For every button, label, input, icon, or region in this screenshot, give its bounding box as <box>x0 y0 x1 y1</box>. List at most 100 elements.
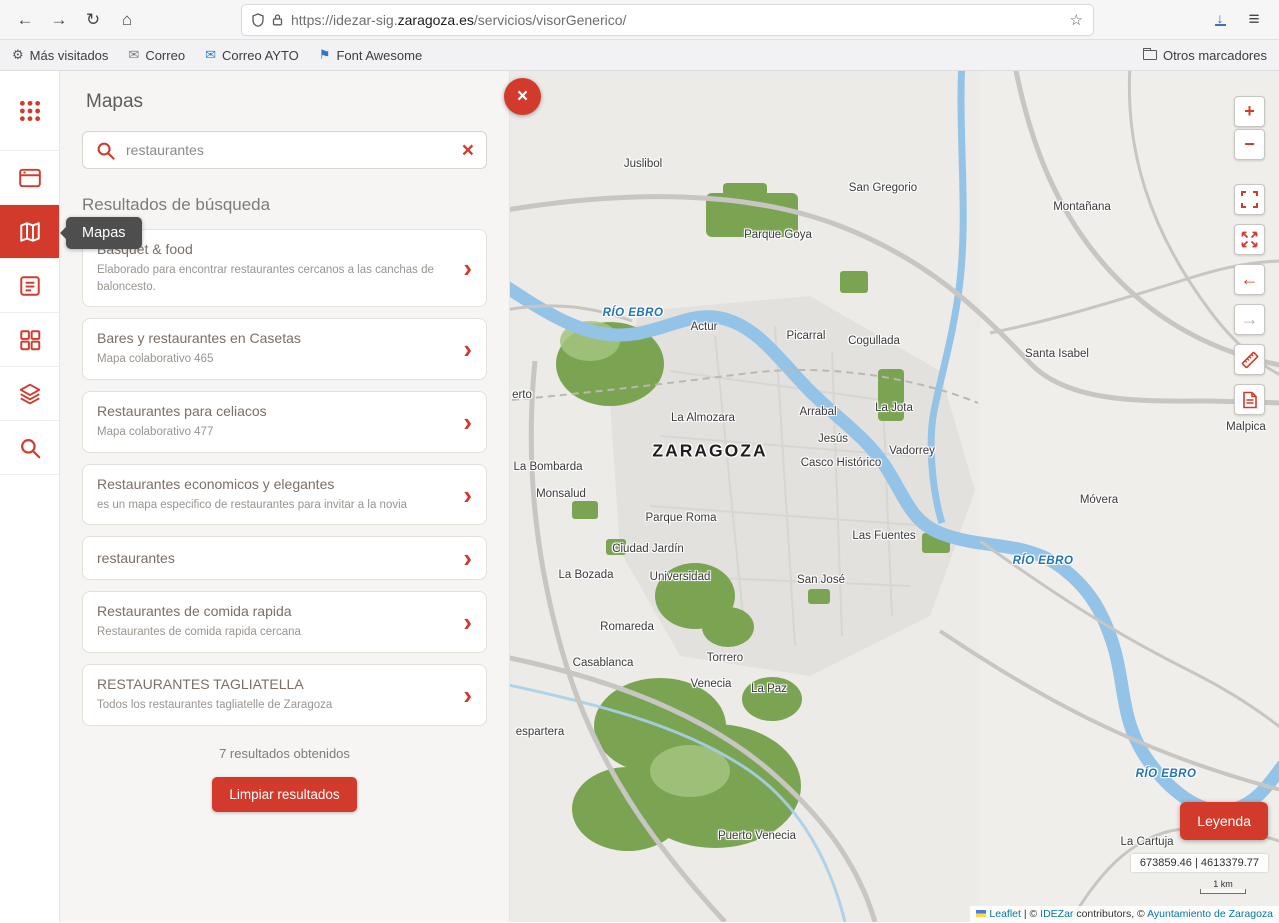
home-button[interactable]: ⌂ <box>112 5 142 35</box>
map-label: RÍO EBRO <box>1013 555 1074 567</box>
arrow-left-icon: ← <box>1241 269 1259 290</box>
map-label: Móvera <box>1080 494 1118 506</box>
zoom-out-button[interactable]: − <box>1234 129 1265 160</box>
map-label: RÍO EBRO <box>603 307 664 319</box>
result-card[interactable]: Restaurantes economicos y elegantes es un… <box>82 464 487 526</box>
clear-search-icon[interactable]: × <box>462 140 474 161</box>
zoom-in-button[interactable]: + <box>1234 96 1265 127</box>
next-extent-button[interactable]: → <box>1234 304 1265 335</box>
result-desc: es un mapa especifico de restaurantes pa… <box>97 497 455 514</box>
ayuntamiento-link[interactable]: Ayuntamiento de Zaragoza <box>1147 908 1273 920</box>
measure-button[interactable] <box>1234 344 1265 375</box>
chevron-right-icon: › <box>463 485 472 505</box>
browser-toolbar: ← → ↻ ⌂ https://idezar-sig.zaragoza.es/s… <box>0 0 1279 40</box>
fullscreen-icon <box>1241 191 1258 208</box>
fullscreen-button[interactable] <box>1234 184 1265 215</box>
map-attribution: Leaflet | © IDEZar contributors, © Ayunt… <box>970 906 1279 922</box>
result-title: Restaurantes economicos y elegantes <box>97 476 455 492</box>
bookmark-correo-ayto[interactable]: ✉Correo AYTO <box>205 47 299 63</box>
url-bar[interactable]: https://idezar-sig.zaragoza.es/servicios… <box>242 5 1093 35</box>
chevron-right-icon: › <box>463 412 472 432</box>
result-title: Basquet & food <box>97 241 455 257</box>
rail-item-capas[interactable] <box>0 367 59 421</box>
result-title: RESTAURANTES TAGLIATELLA <box>97 676 455 692</box>
flag-icon <box>976 910 986 917</box>
folder-icon <box>1143 50 1157 60</box>
rail-item-visor[interactable] <box>0 151 59 205</box>
map-label: Puerto Venecia <box>718 830 796 842</box>
map-label: Arrabal <box>799 406 836 418</box>
leaflet-link[interactable]: Leaflet <box>989 908 1021 920</box>
rail-item-mapas[interactable] <box>0 205 59 259</box>
rail-item-buscar[interactable] <box>0 421 59 475</box>
map-label: Picarral <box>787 330 826 342</box>
result-card[interactable]: Basquet & food Elaborado para encontrar r… <box>82 229 487 307</box>
clear-results-button[interactable]: Limpiar resultados <box>212 777 356 812</box>
tooltip-mapas: Mapas <box>66 217 142 249</box>
legend-button[interactable]: Leyenda <box>1180 802 1268 840</box>
arrow-right-icon: → <box>1241 309 1259 330</box>
bookmark-mas-visitados[interactable]: ⚙Más visitados <box>12 47 108 63</box>
result-card[interactable]: RESTAURANTES TAGLIATELLA Todos los restau… <box>82 664 487 726</box>
rail-item-listado[interactable] <box>0 259 59 313</box>
map-label: Parque Roma <box>646 512 717 524</box>
bookmark-correo[interactable]: ✉Correo <box>128 47 185 63</box>
apps-grid-icon <box>18 99 42 123</box>
envelope-icon: ✉ <box>205 47 216 63</box>
map-label: Actur <box>691 321 718 333</box>
forward-button[interactable]: → <box>44 5 74 35</box>
bookmark-star-icon[interactable]: ☆ <box>1070 11 1083 29</box>
idezar-link[interactable]: IDEZar <box>1040 908 1073 920</box>
gear-icon: ⚙ <box>12 47 24 63</box>
reload-button[interactable]: ↻ <box>78 5 108 35</box>
map-label: Monsalud <box>536 488 586 500</box>
map-label: La Bozada <box>559 569 614 581</box>
result-desc: Todos los restaurantes tagliatelle de Za… <box>97 697 455 714</box>
map-controls: + − ← → <box>1234 96 1265 424</box>
rail-item-inicio[interactable] <box>0 71 59 151</box>
url-text: https://idezar-sig.zaragoza.es/servicios… <box>291 12 1062 28</box>
map-label: Montañana <box>1053 201 1111 213</box>
result-card[interactable]: Restaurantes de comida rapidaRestaurante… <box>82 591 487 653</box>
map-label: Venecia <box>691 678 732 690</box>
map-label: Cogullada <box>848 335 900 347</box>
scale-bar: 1 km <box>1200 879 1246 894</box>
map-labels: JuslibolSan GregorioMontañanaParque Goya… <box>510 71 1279 922</box>
results-count: 7 resultados obtenidos <box>82 746 487 761</box>
map-label: Casco Histórico <box>801 457 882 469</box>
plus-icon: + <box>1244 101 1255 122</box>
result-card[interactable]: restaurantes › <box>82 536 487 580</box>
bookmark-otros-marcadores[interactable]: Otros marcadores <box>1143 48 1267 63</box>
result-desc: Restaurantes de comida rapida cercana <box>97 624 455 641</box>
search-input[interactable] <box>126 142 452 158</box>
map-label: La Bombarda <box>513 461 582 473</box>
result-desc: Elaborado para encontrar restaurantes ce… <box>97 262 455 295</box>
shield-icon[interactable] <box>252 13 264 27</box>
result-desc: Mapa colaborativo 465 <box>97 351 455 368</box>
map-label: San José <box>797 574 845 586</box>
bookmark-font-awesome[interactable]: ⚑Font Awesome <box>319 47 422 63</box>
result-title: Restaurantes para celiacos <box>97 403 455 419</box>
result-card[interactable]: Restaurantes para celiacosMapa colaborat… <box>82 391 487 453</box>
bookmark-label: Otros marcadores <box>1163 48 1267 63</box>
map-label: Universidad <box>650 571 711 583</box>
result-card[interactable]: Bares y restaurantes en Casetas Mapa cola… <box>82 318 487 380</box>
download-icon: ↓ <box>1215 13 1226 26</box>
expand-extent-button[interactable] <box>1234 224 1265 255</box>
menu-button[interactable]: ≡ <box>1239 5 1269 35</box>
previous-extent-button[interactable]: ← <box>1234 264 1265 295</box>
bookmark-label: Correo <box>145 48 185 63</box>
chevron-right-icon: › <box>463 548 472 568</box>
map-area[interactable]: JuslibolSan GregorioMontañanaParque Goya… <box>510 71 1279 922</box>
map-label: Romareda <box>600 621 654 633</box>
result-title: Bares y restaurantes en Casetas <box>97 330 455 346</box>
scale-label: 1 km <box>1213 879 1233 889</box>
close-panel-button[interactable]: × <box>504 78 541 115</box>
export-button[interactable] <box>1234 384 1265 415</box>
map-label: Torrero <box>707 652 743 664</box>
ruler-icon <box>1241 351 1259 369</box>
map-label: Ciudad Jardín <box>612 543 684 555</box>
back-button[interactable]: ← <box>10 5 40 35</box>
downloads-button[interactable]: ↓ <box>1205 5 1235 35</box>
rail-item-categorias[interactable] <box>0 313 59 367</box>
